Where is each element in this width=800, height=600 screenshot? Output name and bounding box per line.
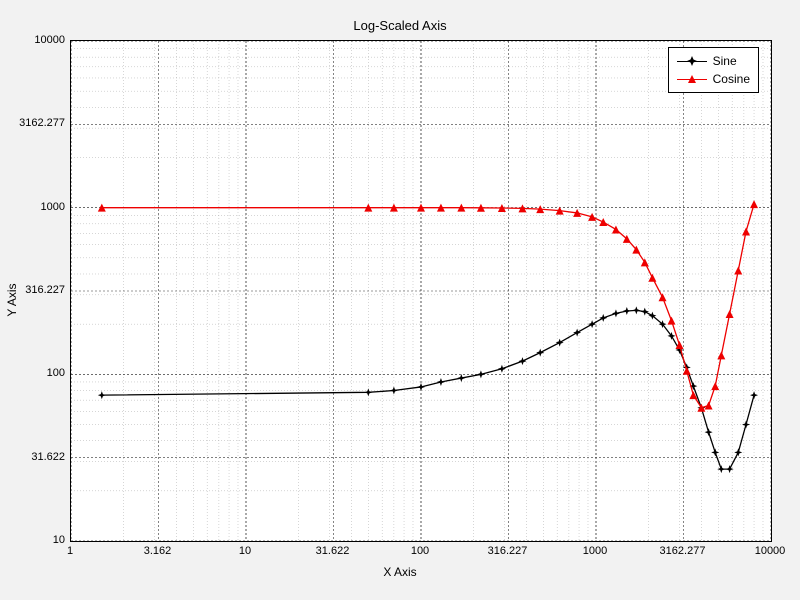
x-tick-2: 10 [239, 545, 251, 557]
x-tick-5: 316.227 [488, 545, 528, 557]
y-tick-3: 316.227 [25, 284, 65, 296]
legend: Sine Cosine [668, 47, 759, 93]
y-tick-6: 10000 [34, 34, 65, 46]
legend-entry-cosine: Cosine [677, 70, 750, 88]
plot-svg [71, 41, 771, 541]
x-tick-1: 3.162 [144, 545, 172, 557]
y-tick-4: 1000 [41, 201, 65, 213]
x-tick-7: 3162.277 [660, 545, 706, 557]
x-tick-3: 31.622 [316, 545, 350, 557]
legend-label-cosine: Cosine [713, 72, 750, 86]
y-tick-1: 31.622 [31, 451, 65, 463]
x-tick-0: 1 [67, 545, 73, 557]
x-tick-4: 100 [411, 545, 429, 557]
x-tick-6: 1000 [583, 545, 607, 557]
x-tick-8: 10000 [755, 545, 786, 557]
legend-entry-sine: Sine [677, 52, 750, 70]
y-tick-2: 100 [47, 367, 65, 379]
chart-title: Log-Scaled Axis [0, 18, 800, 33]
legend-swatch-cosine [677, 72, 707, 86]
legend-label-sine: Sine [713, 54, 737, 68]
y-axis-label: Y Axis [5, 283, 19, 316]
legend-swatch-sine [677, 54, 707, 68]
y-tick-5: 3162.277 [19, 117, 65, 129]
x-axis-label: X Axis [0, 565, 800, 579]
plot-area: Sine Cosine [70, 40, 772, 542]
chart-container: Log-Scaled Axis Sine [0, 0, 800, 600]
y-tick-0: 10 [53, 534, 65, 546]
